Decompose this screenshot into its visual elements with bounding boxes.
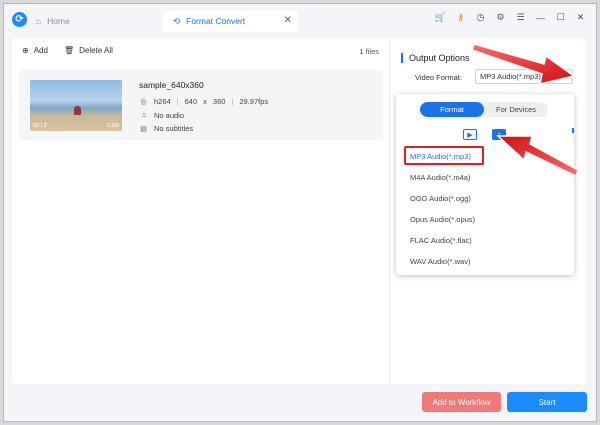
fps-value: 29.97fps [239, 97, 269, 106]
tab-format-convert-label: Format Convert [186, 16, 246, 26]
format-option-m4a[interactable]: M4A Audio(*.m4a) [404, 167, 566, 188]
history-icon[interactable]: ◷ [475, 12, 486, 23]
format-option-opus[interactable]: Opus Audio(*.opus) [404, 209, 566, 230]
file-list-panel: ⊕ Add 🗑 Delete All 1 files 00'13" 0.5M s… [12, 38, 390, 384]
divider: | [231, 97, 234, 106]
minimize-icon[interactable]: — [535, 12, 546, 23]
format-dropdown-panel: Format For Devices ▶ ♪ MP3 Audio(*.mp3) … [396, 94, 574, 275]
tab-format-convert[interactable]: ⟲ Format Convert ✕ [163, 10, 298, 32]
format-option-wav[interactable]: WAV Audio(*.wav) [404, 251, 566, 272]
codec-icon: ◎ [140, 98, 147, 106]
segment-format[interactable]: Format [420, 102, 484, 117]
dimension-x: x [203, 97, 207, 106]
maximize-icon[interactable]: ☐ [555, 12, 566, 23]
delete-all-label: Delete All [79, 46, 113, 55]
codec-value: h264 [154, 97, 171, 106]
selection-highlight-box [404, 146, 484, 165]
video-info: ◎ h264 | 640 x 360 | 29.97fps [139, 97, 268, 106]
file-name: sample_640x360 [139, 80, 204, 90]
video-thumbnail[interactable]: 00'13" 0.5M [30, 80, 122, 131]
audio-info[interactable]: ♫ No audio [139, 111, 184, 120]
delete-all-button[interactable]: 🗑 Delete All [64, 46, 113, 55]
tab-home-label: Home [47, 16, 70, 26]
audio-value: No audio [154, 111, 185, 120]
tab-home[interactable]: ⌂ Home [36, 10, 156, 32]
video-duration: 00'13" [33, 123, 49, 129]
convert-icon: ⟲ [173, 15, 181, 26]
video-size: 0.5M [106, 123, 119, 129]
menu-icon[interactable]: ☰ [515, 12, 526, 23]
file-count: 1 files [359, 47, 379, 56]
segment-for-devices[interactable]: For Devices [484, 102, 548, 117]
output-options-title: Output Options [401, 53, 470, 63]
add-icon: ⊕ [22, 46, 29, 55]
thumbnail-figure [74, 106, 81, 115]
add-label: Add [33, 46, 48, 55]
cart-icon[interactable]: 🛒 [435, 12, 446, 23]
scroll-indicator [572, 128, 574, 133]
height-value: 360 [212, 97, 226, 106]
format-option-flac[interactable]: FLAC Audio(*.flac) [404, 230, 566, 251]
close-icon[interactable]: ✕ [575, 12, 586, 23]
video-format-label: Video Format: [415, 73, 462, 82]
window-controls: 🛒 ⚷ ◷ ⚙ ☰ — ☐ ✕ [435, 12, 586, 23]
key-icon[interactable]: ⚷ [455, 12, 466, 23]
file-item[interactable]: 00'13" 0.5M sample_640x360 ◎ h264 | 640 … [19, 70, 383, 140]
add-to-workflow-button[interactable]: Add to Workflow [422, 392, 501, 412]
subtitle-info[interactable]: ▤ No subtitles [139, 124, 193, 133]
start-button[interactable]: Start [507, 392, 587, 412]
video-format-value: MP3 Audio(*.mp3) [480, 72, 541, 81]
video-type-icon[interactable]: ▶ [463, 129, 477, 140]
file-toolbar: ⊕ Add 🗑 Delete All [22, 46, 113, 55]
width-value: 640 [184, 97, 198, 106]
settings-icon[interactable]: ⚙ [495, 12, 506, 23]
divider: | [176, 97, 179, 106]
title-bar: ⟳ ⌂ Home ⟲ Format Convert ✕ 🛒 ⚷ ◷ ⚙ ☰ — … [4, 4, 596, 35]
trash-icon: 🗑 [63, 46, 75, 55]
music-note-icon: ♫ [140, 112, 147, 119]
video-format-select[interactable]: MP3 Audio(*.mp3) ︿ [475, 69, 573, 84]
format-segment-control: Format For Devices [420, 102, 548, 117]
app-logo-icon: ⟳ [12, 12, 27, 27]
format-option-ogg[interactable]: OGG Audio(*.ogg) [404, 188, 566, 209]
subtitle-value: No subtitles [154, 124, 194, 133]
home-icon: ⌂ [36, 16, 42, 26]
subtitle-icon: ▤ [140, 125, 147, 133]
close-tab-icon[interactable]: ✕ [284, 15, 292, 26]
add-button[interactable]: ⊕ Add [22, 46, 48, 55]
chevron-up-icon: ︿ [561, 73, 568, 80]
audio-type-icon[interactable]: ♪ [492, 129, 506, 140]
